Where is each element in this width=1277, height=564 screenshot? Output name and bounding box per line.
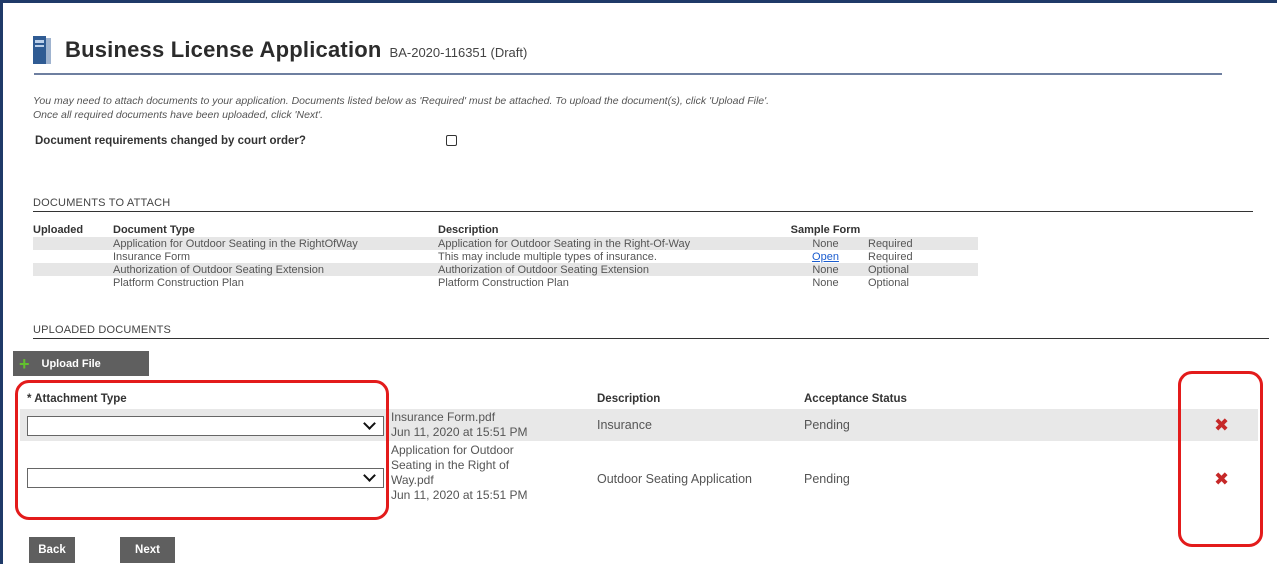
uploaded-file-info: Insurance Form.pdf Jun 11, 2020 at 15:51…: [391, 410, 528, 440]
documents-to-attach-table: Uploaded Document Type Description Sampl…: [33, 223, 978, 289]
uploaded-cell: [33, 276, 113, 289]
uploaded-cell: [33, 263, 113, 276]
column-header-requirement: [868, 223, 978, 237]
next-button[interactable]: Next: [120, 537, 175, 563]
instructions: You may need to attach documents to your…: [33, 94, 769, 122]
uploaded-file-info: Application for Outdoor Seating in the R…: [391, 443, 528, 503]
table-row: Application for Outdoor Seating in the R…: [33, 237, 978, 250]
column-header-acceptance-status: Acceptance Status: [804, 393, 907, 405]
column-header-description: Description: [438, 224, 499, 236]
sample-form-cell: None: [783, 263, 868, 276]
description-cell: This may include multiple types of insur…: [438, 250, 657, 263]
file-name-line[interactable]: Way.pdf: [391, 473, 528, 488]
uploaded-cell: [33, 250, 113, 263]
description-cell: Application for Outdoor Seating in the R…: [438, 237, 783, 250]
sample-form-cell: Open: [783, 250, 868, 263]
upload-file-label: Upload File: [41, 357, 101, 370]
sample-form-cell: None: [812, 276, 839, 289]
description-cell: Platform Construction Plan: [438, 276, 569, 289]
status-cell: Pending: [804, 418, 850, 432]
application-number: BA-2020-116351 (Draft): [389, 45, 528, 60]
table-row: Authorization of Outdoor Seating Extensi…: [33, 263, 978, 276]
court-order-checkbox[interactable]: [446, 135, 457, 146]
uploaded-documents-divider: [33, 338, 1269, 339]
uploaded-cell: [33, 237, 113, 250]
requirement-cell: Required: [868, 237, 978, 250]
file-name[interactable]: Insurance Form.pdf: [391, 410, 528, 425]
requirement-cell: Required: [868, 250, 913, 263]
description-cell: Authorization of Outdoor Seating Extensi…: [438, 263, 783, 276]
instructions-line-1: You may need to attach documents to your…: [33, 95, 770, 107]
upload-timestamp: Jun 11, 2020 at 15:51 PM: [391, 425, 528, 439]
description-cell: Outdoor Seating Application: [597, 472, 752, 486]
instructions-line-2: Once all required documents have been up…: [33, 109, 324, 121]
status-cell: Pending: [804, 472, 850, 486]
sample-form-cell: None: [783, 237, 868, 250]
title-divider: [34, 73, 1222, 75]
plus-icon: +: [19, 353, 30, 374]
document-type-cell: Authorization of Outdoor Seating Extensi…: [113, 263, 438, 276]
book-icon: [33, 36, 51, 64]
file-name-line[interactable]: Seating in the Right of: [391, 458, 528, 473]
column-header-sample-form: Sample Form: [790, 224, 861, 236]
delete-column-highlight: [1178, 371, 1263, 547]
file-name-line[interactable]: Application for Outdoor: [391, 443, 528, 458]
documents-to-attach-heading: DOCUMENTS TO ATTACH: [33, 197, 171, 209]
column-header-description: Description: [597, 393, 661, 405]
page-header: Business License Application BA-2020-116…: [33, 34, 527, 66]
document-type-cell: Application for Outdoor Seating in the R…: [113, 237, 438, 250]
description-cell: Insurance: [597, 418, 652, 432]
document-type-cell: Insurance Form: [113, 250, 191, 263]
table-row: Platform Construction Plan Platform Cons…: [33, 276, 978, 289]
upload-file-button[interactable]: + Upload File: [13, 351, 149, 376]
document-type-cell: Platform Construction Plan: [113, 276, 244, 289]
uploaded-documents-heading: UPLOADED DOCUMENTS: [33, 324, 172, 336]
attachment-type-highlight: [15, 380, 389, 520]
upload-timestamp: Jun 11, 2020 at 15:51 PM: [391, 488, 528, 502]
court-order-label: Document requirements changed by court o…: [35, 135, 306, 147]
page-title: Business License Application: [65, 37, 382, 62]
column-header-document-type: Document Type: [113, 224, 195, 236]
requirement-cell: Optional: [868, 276, 909, 289]
documents-to-attach-divider: [33, 211, 1253, 212]
back-button[interactable]: Back: [29, 537, 75, 563]
open-sample-link[interactable]: Open: [812, 251, 839, 263]
table-row: Insurance Form This may include multiple…: [33, 250, 978, 263]
requirement-cell: Optional: [868, 263, 978, 276]
column-header-uploaded: Uploaded: [33, 224, 84, 236]
